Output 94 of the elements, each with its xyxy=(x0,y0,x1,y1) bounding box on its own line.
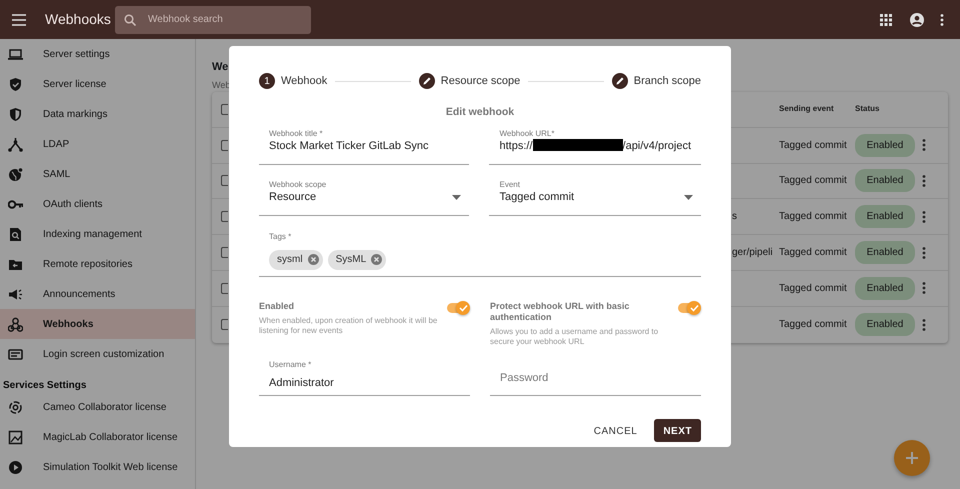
add-icon xyxy=(905,451,919,465)
select-field[interactable]: Webhook scope Resource xyxy=(259,180,470,216)
step-label: Branch scope xyxy=(634,74,702,89)
table-cell-text: ger/pipeli xyxy=(732,246,774,260)
sidebar-item[interactable]: LDAP xyxy=(0,129,195,159)
table-cell-text: Tagged commit xyxy=(779,246,848,260)
table-cell-text: s xyxy=(732,210,738,224)
status-badge: Enabled xyxy=(855,241,915,264)
step-label: Webhook xyxy=(281,74,328,89)
status-badge: Enabled xyxy=(855,313,915,336)
apps-icon[interactable] xyxy=(880,14,892,26)
shield-icon xyxy=(8,76,23,92)
input-field[interactable]: Webhook title * Stock Market Ticker GitLab Sync xyxy=(259,129,470,166)
caret-icon xyxy=(684,195,693,202)
dialog-title: Edit webhook xyxy=(444,104,516,120)
toggle-title: Enabled xyxy=(259,301,296,312)
pencil-icon xyxy=(612,73,628,90)
column-header: Status xyxy=(855,103,880,116)
megaphone-icon xyxy=(8,286,23,302)
more-icon[interactable] xyxy=(922,318,926,331)
menu-icon[interactable] xyxy=(12,14,26,26)
card-icon xyxy=(8,346,23,362)
input-field[interactable]: Password xyxy=(490,360,701,396)
checkbox[interactable] xyxy=(221,104,228,115)
webhook-icon xyxy=(8,316,23,332)
status-badge: Enabled xyxy=(855,276,915,300)
table-cell-text: Tagged commit xyxy=(779,174,848,188)
checkbox[interactable] xyxy=(221,140,228,151)
image-icon xyxy=(8,430,23,444)
field-label: Username * xyxy=(269,360,312,370)
table-cell-text: Tagged commit xyxy=(779,282,848,296)
check-icon xyxy=(458,304,468,312)
sidebar-item[interactable]: Server license xyxy=(0,69,195,99)
checkbox[interactable] xyxy=(221,319,228,330)
checkbox[interactable] xyxy=(221,211,228,222)
account-icon[interactable] xyxy=(910,12,924,26)
pencil-icon xyxy=(418,73,435,90)
more-icon[interactable] xyxy=(922,246,926,259)
search-field[interactable]: Webhook search xyxy=(115,6,311,34)
search-icon xyxy=(124,14,136,26)
checkbox[interactable] xyxy=(221,282,228,294)
page-heading: We xyxy=(212,61,228,74)
sidebar-item[interactable]: Login screen customization xyxy=(0,339,195,369)
sidebar-item[interactable]: Indexing management xyxy=(0,219,195,249)
app-title: Webhooks xyxy=(45,10,112,29)
sidebar-item[interactable]: Remote repositories xyxy=(0,249,195,279)
remove-icon[interactable] xyxy=(308,254,319,266)
more-icon[interactable] xyxy=(940,14,944,26)
sidebar-item[interactable]: Data markings xyxy=(0,99,195,129)
document-search-icon xyxy=(8,226,23,242)
sidebar-item[interactable]: OAuth clients xyxy=(0,189,195,219)
sidebar-item[interactable]: Cameo Collaborator license xyxy=(0,392,195,422)
globe-icon xyxy=(8,166,23,182)
more-icon[interactable] xyxy=(922,139,926,152)
more-icon[interactable] xyxy=(922,174,926,187)
toggle-description: Allows you to add a username and password to secure your webhook URL xyxy=(490,327,660,348)
sidebar-item[interactable]: Announcements xyxy=(0,279,195,309)
tag-field[interactable]: Tags * sysml SysML xyxy=(259,232,701,278)
sidebar-item[interactable]: Webhooks xyxy=(0,309,195,339)
step-number: 1 xyxy=(259,73,275,90)
toggle-switch[interactable] xyxy=(446,301,470,316)
sidebar-item[interactable]: MagicLab Collaborator license xyxy=(0,422,195,452)
check-icon xyxy=(690,304,698,312)
sidebar-item[interactable]: Simulation Toolkit Web license xyxy=(0,452,195,482)
gear-icon xyxy=(8,400,23,414)
cancel-button[interactable]: CANCEL xyxy=(584,419,646,442)
shield-icon xyxy=(8,106,23,122)
laptop-icon xyxy=(8,46,23,62)
tag-chip[interactable]: SysML xyxy=(328,250,386,270)
sidebar-item[interactable]: Server settings xyxy=(0,39,195,69)
more-icon[interactable] xyxy=(922,210,926,223)
remove-icon[interactable] xyxy=(371,254,382,266)
select-field[interactable]: Event Tagged commit xyxy=(489,180,701,216)
checkbox[interactable] xyxy=(221,247,228,258)
table-cell-text: Tagged commit xyxy=(779,210,848,224)
status-badge: Enabled xyxy=(855,169,915,192)
more-icon[interactable] xyxy=(922,282,926,294)
network-icon xyxy=(8,136,23,152)
status-badge: Enabled xyxy=(855,205,915,228)
table-cell-text: Tagged commit xyxy=(779,318,848,332)
play-icon xyxy=(8,460,23,474)
checkbox[interactable] xyxy=(221,175,228,186)
column-header: Sending event xyxy=(779,103,835,116)
table-cell-text: Tagged commit xyxy=(779,138,848,153)
sidebar-item[interactable]: SAML xyxy=(0,159,195,189)
tag-chip[interactable]: sysml xyxy=(269,250,323,270)
toggle-title: Protect webhook URL with basic authentication xyxy=(490,301,630,324)
toggle-description: When enabled, upon creation of webhook it will be listening for new events xyxy=(259,316,438,336)
step-label: Resource scope xyxy=(440,74,520,89)
caret-icon xyxy=(452,195,462,202)
section-heading: Services Settings xyxy=(2,379,88,392)
toggle-switch[interactable] xyxy=(677,301,701,316)
status-badge: Enabled xyxy=(855,134,915,157)
next-button[interactable]: NEXT xyxy=(654,419,701,442)
